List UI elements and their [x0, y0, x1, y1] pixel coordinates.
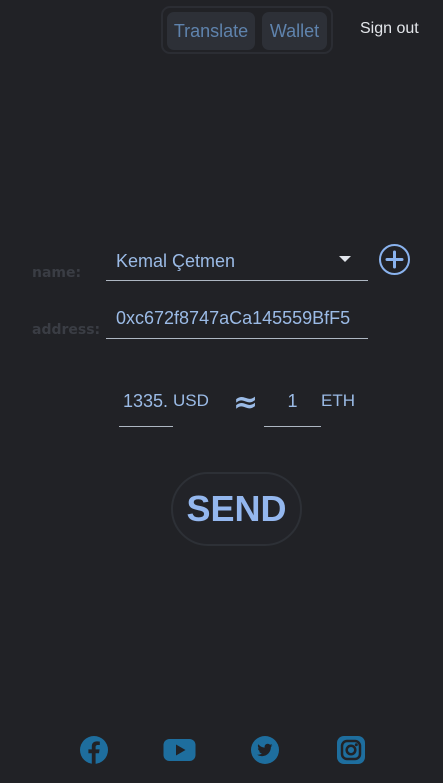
translate-tab[interactable]: Translate: [167, 12, 255, 50]
sign-out-link[interactable]: Sign out: [360, 20, 419, 38]
twitter-icon[interactable]: [250, 735, 280, 765]
add-contact-button[interactable]: [379, 244, 410, 275]
chevron-down-icon: [339, 256, 351, 262]
top-nav: Translate Wallet: [161, 6, 333, 54]
address-label: address:: [32, 322, 101, 338]
usd-amount-value: 1335.: [123, 391, 169, 411]
name-select[interactable]: Kemal Çetmen: [106, 243, 368, 281]
send-button[interactable]: SEND: [171, 472, 302, 546]
eth-amount-input[interactable]: 1: [264, 383, 321, 427]
instagram-icon[interactable]: [337, 736, 365, 764]
name-select-value: Kemal Çetmen: [116, 251, 236, 271]
eth-unit-label: ETH: [321, 391, 355, 410]
name-label: name:: [32, 265, 82, 281]
address-input[interactable]: 0xc672f8747aCa145559BfF5: [106, 300, 368, 339]
wallet-tab[interactable]: Wallet: [262, 12, 327, 50]
youtube-icon[interactable]: [163, 735, 196, 765]
eth-amount-value: 1: [287, 391, 298, 411]
plus-icon: [385, 250, 404, 269]
usd-amount-input[interactable]: 1335.: [119, 383, 173, 427]
approx-symbol: ≈: [233, 385, 259, 420]
facebook-icon[interactable]: [79, 735, 109, 765]
address-input-value: 0xc672f8747aCa145559BfF5: [116, 308, 351, 328]
usd-unit-label: USD: [173, 391, 209, 410]
